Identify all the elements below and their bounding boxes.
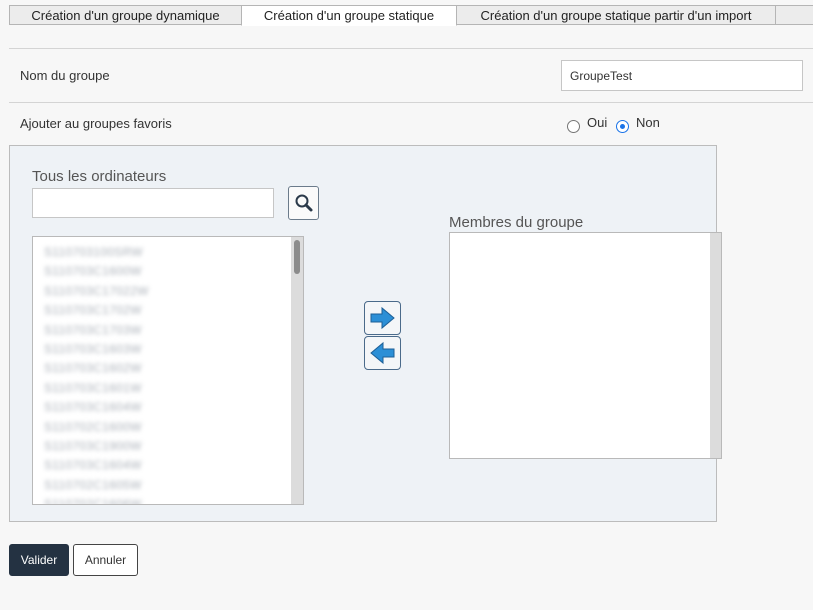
radio-oui-label: Oui (587, 115, 608, 130)
radio-oui[interactable] (567, 120, 580, 133)
radio-non[interactable] (616, 120, 629, 133)
divider (9, 102, 813, 103)
scrollbar-thumb[interactable] (294, 240, 300, 274)
list-item[interactable]: S110703C1601W (44, 381, 142, 395)
member-selection-panel: Tous les ordinateurs S110703100SRW S11070… (9, 145, 722, 522)
computer-search-input[interactable] (32, 188, 274, 218)
search-icon (295, 194, 313, 212)
tab-more[interactable] (775, 5, 813, 25)
list-item[interactable]: S110703C1703W (44, 323, 142, 337)
list-item[interactable]: S110702C1606W (44, 497, 142, 504)
tab-bar: Création d'un groupe dynamique Création … (0, 5, 813, 26)
list-item[interactable]: S110703C17022W (44, 284, 149, 298)
members-scrollbar (710, 233, 721, 458)
list-item[interactable]: S110702C1600W (44, 420, 142, 434)
list-item[interactable]: S110703C1900W (44, 439, 142, 453)
list-item[interactable]: S110703C1602W (44, 361, 142, 375)
cancel-button[interactable]: Annuler (73, 544, 138, 576)
computer-list-items: S110703100SRW S110703C1600W S110703C17022W… (33, 237, 290, 504)
favorites-label: Ajouter au groupes favoris (20, 116, 172, 131)
list-item[interactable]: S110703C1603W (44, 342, 142, 356)
group-members-list[interactable] (449, 232, 722, 459)
group-name-input[interactable] (561, 60, 803, 91)
group-name-label: Nom du groupe (20, 68, 110, 83)
list-item[interactable]: S110703C1604W (44, 400, 142, 414)
submit-button[interactable]: Valider (9, 544, 69, 576)
add-to-group-button[interactable] (364, 301, 401, 335)
list-item[interactable]: S110702C1605W (44, 478, 142, 492)
arrow-right-icon (370, 306, 395, 330)
list-scrollbar[interactable] (291, 237, 303, 504)
list-item[interactable]: S110703C1702W (44, 303, 142, 317)
arrow-left-icon (370, 341, 395, 365)
remove-from-group-button[interactable] (364, 336, 401, 370)
list-item[interactable]: S110703C1600W (44, 264, 142, 278)
radio-non-label: Non (636, 115, 660, 130)
group-members-title: Membres du groupe (449, 214, 584, 231)
tab-static-group-import[interactable]: Création d'un groupe statique partir d'u… (456, 5, 776, 25)
all-computers-list[interactable]: S110703100SRW S110703C1600W S110703C17022W… (32, 236, 304, 505)
tab-static-group[interactable]: Création d'un groupe statique (241, 5, 457, 26)
divider (9, 48, 813, 49)
list-item[interactable]: S110703100SRW (44, 245, 143, 259)
tab-dynamic-group[interactable]: Création d'un groupe dynamique (9, 5, 242, 25)
all-computers-title: Tous les ordinateurs (32, 168, 167, 185)
list-item[interactable]: S110703C1604W (44, 458, 142, 472)
search-button[interactable] (288, 186, 319, 220)
